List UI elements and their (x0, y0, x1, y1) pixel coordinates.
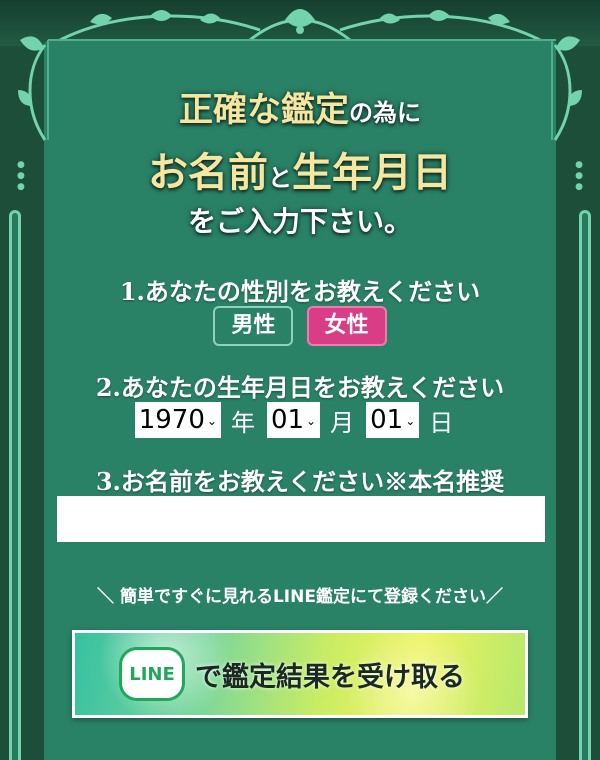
page-frame: ● ● ● ● ● ● 正確な鑑定の為に お名前と生年月日 をご入力下さい。 1.あなた… (0, 0, 600, 760)
name-question: 3.お名前をお教えください※本名推奨 (95, 467, 505, 496)
month-select[interactable]: 01 ⌄ (266, 402, 321, 438)
line-logo-icon: LINE (119, 647, 185, 701)
year-select[interactable]: 1970 ⌄ (134, 402, 221, 438)
month-value: 01 (270, 405, 305, 435)
headline-and: と (268, 163, 292, 192)
birthdate-question: 2.あなたの生年月日をお教えください (95, 373, 505, 402)
chevron-down-icon: ⌄ (206, 413, 217, 428)
name-input[interactable] (57, 496, 545, 542)
birthdate-row: 1970 ⌄ 年 01 ⌄ 月 01 ⌄ 日 (0, 402, 600, 438)
day-value: 01 (370, 405, 404, 435)
headline-name: お名前 (148, 149, 268, 196)
gender-options: 男性 女性 (0, 306, 600, 346)
line-button-label: で鑑定結果を受け取る (195, 661, 465, 693)
line-register-button[interactable]: LINE で鑑定結果を受け取る (72, 630, 528, 718)
headline-line2: お名前と生年月日 (0, 140, 600, 198)
line-note: ＼ 簡単ですぐに見れるLINE鑑定にて登録ください／ (97, 587, 503, 607)
chevron-down-icon: ⌄ (405, 413, 416, 428)
male-button[interactable]: 男性 (213, 306, 294, 346)
chevron-down-icon: ⌄ (306, 413, 317, 428)
headline-birthdate: 生年月日 (292, 149, 452, 196)
day-select[interactable]: 01 ⌄ (366, 402, 420, 438)
day-unit: 日 (429, 408, 454, 437)
headline-accurate-reading: 正確な鑑定 (179, 90, 349, 130)
headline-line3: をご入力下さい。 (187, 205, 412, 238)
headline-line1: 正確な鑑定の為に (0, 82, 600, 131)
month-unit: 月 (330, 408, 355, 437)
gender-question: 1.あなたの性別をお教えください (119, 277, 481, 306)
female-button[interactable]: 女性 (306, 306, 387, 346)
line-logo-text: LINE (129, 663, 175, 685)
year-unit: 年 (230, 408, 255, 437)
headline-for: の為に (349, 98, 421, 127)
year-value: 1970 (138, 405, 205, 435)
